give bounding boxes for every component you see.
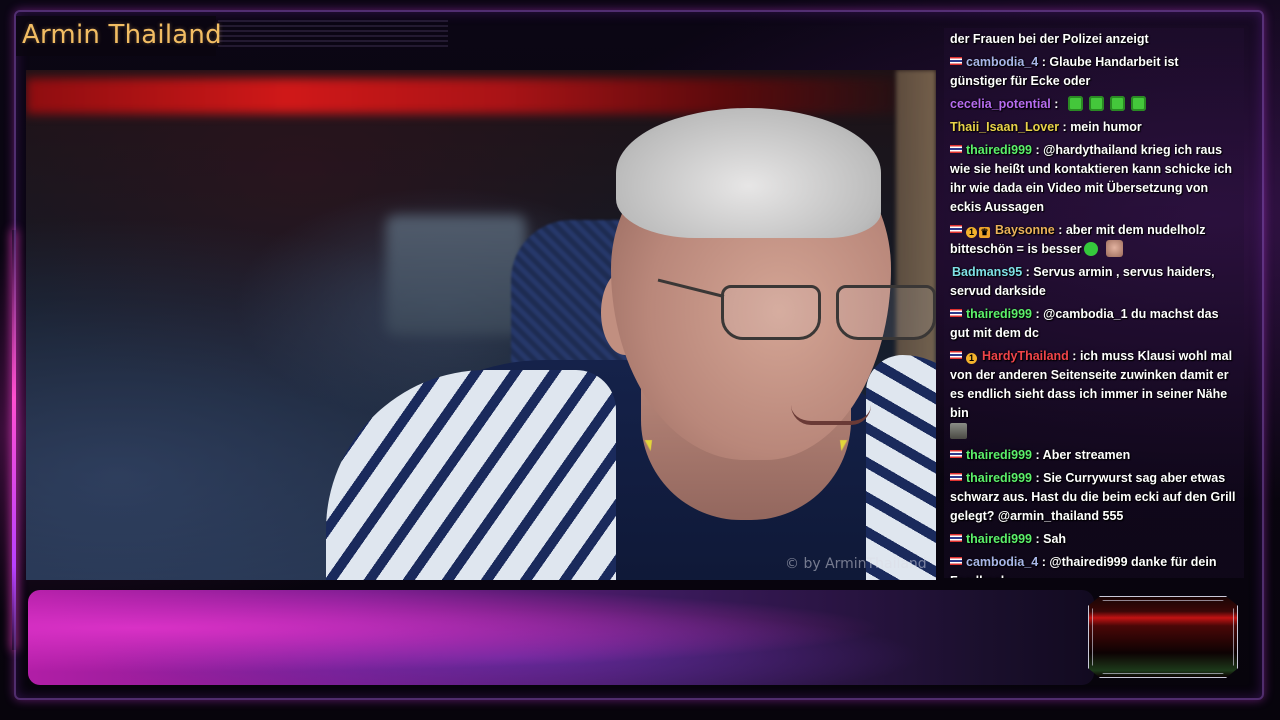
chat-username[interactable]: HardyThailand bbox=[982, 349, 1069, 363]
chat-username[interactable]: cambodia_4 bbox=[966, 555, 1038, 569]
streamer-mouth bbox=[791, 405, 871, 425]
glasses-icon bbox=[656, 278, 936, 355]
picture-emote-icon bbox=[950, 423, 967, 439]
chat-panel[interactable]: der Frauen bei der Polizei anzeigt cambo… bbox=[944, 28, 1244, 578]
bottom-banner bbox=[28, 590, 1094, 685]
chat-username[interactable]: thairedi999 bbox=[966, 143, 1032, 157]
chat-username[interactable]: Badmans95 bbox=[952, 265, 1022, 279]
thai-flag-icon bbox=[950, 534, 962, 542]
chat-message: cecelia_potential : bbox=[944, 95, 1244, 114]
chat-username[interactable]: thairedi999 bbox=[966, 532, 1032, 546]
chat-username[interactable]: cambodia_4 bbox=[966, 55, 1038, 69]
chat-username[interactable]: Baysonne bbox=[995, 223, 1055, 237]
background-monitor bbox=[386, 215, 526, 335]
chat-text: der Frauen bei der Polizei anzeigt bbox=[950, 32, 1149, 46]
green-cat-emote-icon bbox=[1130, 96, 1146, 111]
chat-message: 1 ♛ Baysonne : aber mit dem nudelholz bitt… bbox=[950, 223, 1206, 257]
thai-flag-icon bbox=[950, 351, 962, 359]
chat-text: Aber streamen bbox=[1042, 448, 1131, 462]
striped-sleeve-left bbox=[326, 370, 616, 580]
streamer-hair bbox=[616, 108, 881, 238]
chat-username[interactable]: cecelia_potential bbox=[950, 97, 1051, 111]
green-cat-emote-icon bbox=[1109, 96, 1125, 111]
thai-flag-icon bbox=[950, 145, 962, 153]
thai-flag-icon bbox=[950, 225, 962, 233]
chat-message: thairedi999 : Sie Currywurst sag aber et… bbox=[950, 471, 1236, 523]
chat-message: thairedi999 : @hardythailand krieg ich r… bbox=[950, 143, 1233, 214]
thai-flag-icon bbox=[950, 450, 962, 458]
face-emote-icon bbox=[1105, 240, 1123, 257]
chat-username[interactable]: thairedi999 bbox=[966, 471, 1032, 485]
thai-flag-icon bbox=[950, 309, 962, 317]
green-blob-emote-icon bbox=[1083, 242, 1098, 256]
crown-badge-icon: ♛ bbox=[979, 227, 990, 238]
chat-username[interactable]: Thaii_Isaan_Lover bbox=[950, 120, 1059, 134]
thai-flag-icon bbox=[950, 557, 962, 565]
subscriber-badge-icon: 1 bbox=[966, 353, 977, 364]
chat-message: thairedi999 : Sah bbox=[944, 530, 1244, 549]
green-cat-emote-icon bbox=[1067, 96, 1083, 111]
neon-accent bbox=[12, 230, 16, 650]
chat-text: mein humor bbox=[1070, 120, 1142, 134]
chat-message: 1 HardyThailand : ich muss Klausi wohl ma… bbox=[944, 347, 1244, 442]
video-watermark: © by ArminThailand bbox=[785, 556, 927, 572]
green-cat-emote-icon bbox=[1088, 96, 1104, 111]
title-decoration bbox=[218, 20, 448, 48]
chat-text: Sah bbox=[1043, 532, 1067, 546]
chat-message: thairedi999 : @cambodia_1 du machst das … bbox=[950, 307, 1219, 340]
chat-message: Thaii_Isaan_Lover : mein humor bbox=[950, 120, 1142, 134]
chat-message: cambodia_4 : @thairedi999 danke für dein… bbox=[944, 553, 1244, 578]
thai-flag-icon bbox=[950, 57, 962, 65]
mini-camera-frame bbox=[1092, 600, 1234, 674]
chat-username[interactable]: thairedi999 bbox=[966, 448, 1032, 462]
subscriber-badge-icon: 1 bbox=[966, 227, 977, 238]
stream-overlay: Armin Thailand © by ArminThailand der Fr… bbox=[0, 0, 1280, 720]
chat-message: thairedi999 : Aber streamen bbox=[944, 446, 1244, 465]
chat-message: cambodia_4 : Glaube Handarbeit ist günst… bbox=[950, 55, 1179, 88]
chat-message: der Frauen bei der Polizei anzeigt bbox=[944, 30, 1244, 49]
chat-message: Badmans95 : Servus armin , servus haider… bbox=[950, 265, 1215, 298]
webcam-video: © by ArminThailand bbox=[26, 70, 936, 580]
chat-username[interactable]: thairedi999 bbox=[966, 307, 1032, 321]
striped-sleeve-right bbox=[866, 355, 936, 580]
thai-flag-icon bbox=[950, 473, 962, 481]
channel-title: Armin Thailand bbox=[22, 20, 222, 50]
